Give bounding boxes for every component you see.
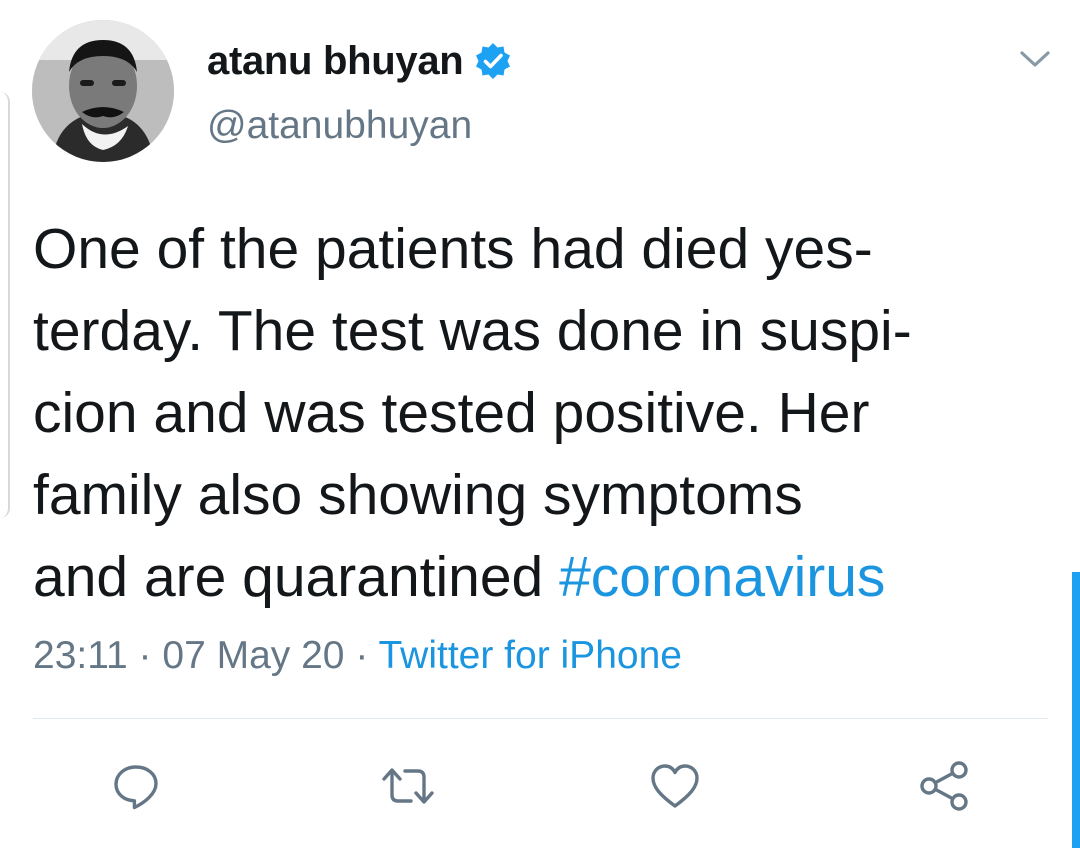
tweet-meta: 23:11 · 07 May 20 · Twitter for iPhone <box>33 634 682 678</box>
previous-card-edge <box>0 92 10 518</box>
scrollbar[interactable] <box>1072 572 1080 848</box>
tweet-date[interactable]: 07 May 20 <box>162 634 344 677</box>
user-name[interactable]: atanu bhuyan <box>207 39 464 84</box>
like-button[interactable] <box>647 758 703 814</box>
user-name-row[interactable]: atanu bhuyan <box>207 36 513 86</box>
heart-icon <box>651 764 699 808</box>
hashtag-link[interactable]: #coronavirus <box>559 545 885 609</box>
meta-separator: · <box>355 634 369 677</box>
chevron-down-icon[interactable] <box>1018 46 1052 72</box>
retweet-icon <box>382 768 434 804</box>
tweet-text-line: cion and was tested positive. Her <box>33 381 870 445</box>
meta-separator: · <box>138 634 152 677</box>
divider <box>33 718 1048 719</box>
tweet-text-line: and are quarantined <box>33 545 560 609</box>
retweet-button[interactable] <box>380 758 436 814</box>
tweet-time[interactable]: 23:11 <box>33 634 128 677</box>
share-icon <box>920 761 968 811</box>
user-handle[interactable]: @atanubhuyan <box>207 104 472 148</box>
tweet-text: One of the patients had died yes- terday… <box>33 208 1043 618</box>
tweet-text-line: One of the patients had died yes- <box>33 217 873 281</box>
tweet-text-last-line: and are quarantined #coronavirus <box>33 536 1043 618</box>
avatar-photo <box>32 20 174 162</box>
reply-icon <box>114 765 158 810</box>
tweet-text-line: family also showing symptoms <box>33 463 803 527</box>
reply-button[interactable] <box>108 758 164 814</box>
verified-badge-icon <box>473 41 513 81</box>
avatar[interactable] <box>32 20 174 162</box>
tweet-source-link[interactable]: Twitter for iPhone <box>378 634 681 677</box>
share-button[interactable] <box>916 758 972 814</box>
tweet-text-line: terday. The test was done in suspi- <box>33 299 912 363</box>
